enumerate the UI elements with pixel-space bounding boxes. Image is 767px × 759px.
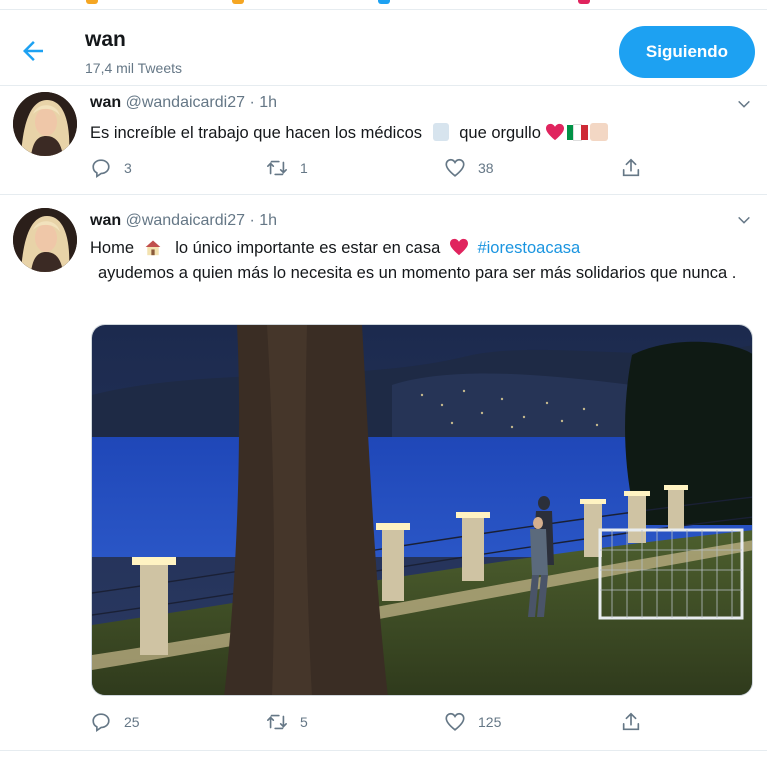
like-count: 38 bbox=[478, 160, 494, 176]
tweet-timestamp[interactable]: 1h bbox=[259, 212, 277, 229]
italy-flag-icon bbox=[567, 123, 589, 141]
retweet-action[interactable]: 5 bbox=[266, 710, 308, 734]
share-action[interactable] bbox=[620, 710, 642, 734]
hashtag-link[interactable]: #iorestoacasa bbox=[477, 239, 580, 257]
tweet[interactable]: wan @wandaicardi27 · 1h Home lo único im… bbox=[0, 196, 767, 751]
tweet[interactable]: wan @wandaicardi27 · 1h Es increíble el … bbox=[0, 86, 767, 195]
avatar[interactable] bbox=[13, 92, 77, 156]
tweet-actions: 25 5 125 bbox=[90, 710, 670, 734]
tweet-meta: wan @wandaicardi27 · 1h bbox=[90, 94, 277, 112]
heart-emoji-icon bbox=[449, 238, 468, 256]
reply-count: 3 bbox=[124, 160, 132, 176]
retweet-icon[interactable] bbox=[266, 711, 288, 733]
reply-icon[interactable] bbox=[90, 711, 112, 733]
tweet-timestamp[interactable]: 1h bbox=[259, 94, 277, 111]
following-button[interactable]: Siguiendo bbox=[619, 26, 755, 78]
tweet-text-part: que orgullo bbox=[459, 124, 541, 142]
like-icon[interactable] bbox=[444, 711, 466, 733]
profile-header: wan 17,4 mil Tweets Siguiendo bbox=[0, 14, 767, 86]
heart-emoji-icon bbox=[546, 123, 565, 141]
reply-action[interactable]: 25 bbox=[90, 710, 140, 734]
retweet-icon[interactable] bbox=[266, 157, 288, 179]
tweet-text: Home lo único importante es estar en cas… bbox=[90, 236, 750, 286]
tweet-author-handle[interactable]: @wandaicardi27 bbox=[126, 212, 245, 229]
meta-separator: · bbox=[249, 212, 255, 229]
tweet-text-part: lo único importante es estar en casa bbox=[175, 239, 441, 257]
share-icon[interactable] bbox=[620, 157, 642, 179]
tweet-meta: wan @wandaicardi27 · 1h bbox=[90, 212, 277, 230]
like-action[interactable]: 38 bbox=[444, 156, 494, 180]
avatar[interactable] bbox=[13, 208, 77, 272]
profile-name: wan bbox=[85, 28, 126, 51]
share-action[interactable] bbox=[620, 156, 642, 180]
meta-separator: · bbox=[249, 94, 255, 111]
share-icon[interactable] bbox=[620, 711, 642, 733]
retweet-count: 1 bbox=[300, 160, 308, 176]
tweet-author-handle[interactable]: @wandaicardi27 bbox=[126, 94, 245, 111]
reply-icon[interactable] bbox=[90, 157, 112, 179]
retweet-count: 5 bbox=[300, 714, 308, 730]
tweet-text-part: Es increíble el trabajo que hacen los mé… bbox=[90, 124, 423, 142]
chevron-down-icon[interactable] bbox=[736, 212, 752, 228]
doctor-emoji-icon bbox=[432, 123, 449, 141]
praying-hands-icon bbox=[590, 123, 609, 141]
like-count: 125 bbox=[478, 714, 502, 730]
tweet-text-part: Home bbox=[90, 239, 135, 257]
back-arrow-icon[interactable] bbox=[18, 36, 48, 66]
tweet-photo[interactable] bbox=[91, 324, 753, 696]
browser-top-strip bbox=[0, 0, 767, 10]
tweet-text: Es increíble el trabajo que hacen los mé… bbox=[90, 121, 750, 146]
retweet-action[interactable]: 1 bbox=[266, 156, 308, 180]
chevron-down-icon[interactable] bbox=[736, 96, 752, 112]
tweet-actions: 3 1 38 bbox=[90, 156, 670, 180]
tweet-author-name[interactable]: wan bbox=[90, 94, 121, 111]
reply-action[interactable]: 3 bbox=[90, 156, 132, 180]
tweet-author-name[interactable]: wan bbox=[90, 212, 121, 229]
house-emoji-icon bbox=[145, 240, 160, 256]
like-action[interactable]: 125 bbox=[444, 710, 501, 734]
tweet-text-part: ayudemos a quien más lo necesita es un m… bbox=[98, 264, 737, 282]
tweet-count: 17,4 mil Tweets bbox=[85, 60, 183, 76]
reply-count: 25 bbox=[124, 714, 140, 730]
like-icon[interactable] bbox=[444, 157, 466, 179]
